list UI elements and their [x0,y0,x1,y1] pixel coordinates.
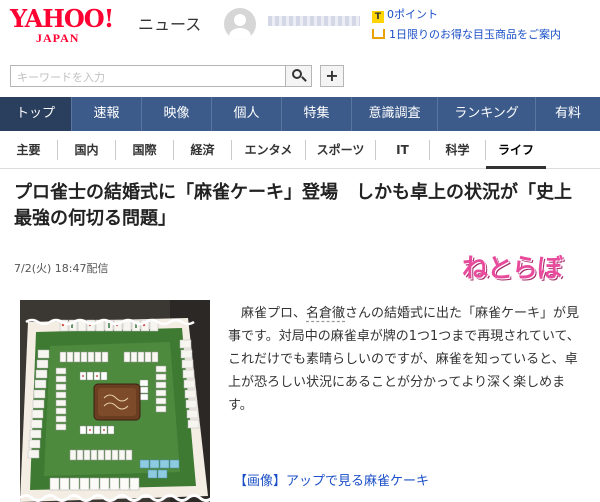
category-top[interactable]: トップ [0,97,72,131]
promo-label: 1日限りのお得な目玉商品をご案内 [389,28,561,41]
points-label: 0ポイント [387,8,438,21]
cart-icon [372,29,385,39]
category-nav: トップ 速報 映像 個人 特集 意識調査 ランキング 有料 [0,97,600,131]
subnav-sports[interactable]: スポーツ [306,139,376,160]
category-individual[interactable]: 個人 [212,97,282,131]
subnav-it[interactable]: IT [376,139,430,160]
source-logo-text: ねとらぼ [462,254,563,284]
article-lede: 麻雀プロ、名倉徹さんの結婚式に出た「麻雀ケーキ」が見事です。対局中の麻雀卓が牌の… [228,306,580,413]
yahoo-japan-logo[interactable]: YAHOO! JAPAN [10,6,142,48]
source-logo-nlab[interactable]: ねとらぼ [462,248,580,286]
category-paid[interactable]: 有料 [536,97,600,131]
mahjong-cake-photo[interactable] [20,300,210,502]
search-input[interactable] [11,67,281,88]
add-button[interactable]: + [320,65,344,87]
gallery-link[interactable]: 【画像】アップで見る麻雀ケーキ [234,470,429,489]
subnav-life[interactable]: ライフ [486,140,546,169]
subnav-main[interactable]: 主要 [0,139,58,160]
logo-japan: JAPAN [36,31,80,45]
search-button[interactable] [285,66,311,86]
category-video[interactable]: 映像 [142,97,212,131]
category-feature[interactable]: 特集 [282,97,352,131]
subcategory-nav: 主要 国内 国際 経済 エンタメ スポーツ IT 科学 ライフ [0,131,600,169]
category-survey[interactable]: 意識調査 [352,97,438,131]
search-box [10,65,312,88]
category-breaking[interactable]: 速報 [72,97,142,131]
subnav-economy[interactable]: 経済 [174,139,232,160]
category-ranking[interactable]: ランキング [438,97,536,131]
article-headline: プロ雀士の結婚式に「麻雀ケーキ」登場 しかも卓上の状況が「史上最強の何切る問題」 [14,182,572,229]
subnav-science[interactable]: 科学 [430,139,486,160]
username-obscured[interactable] [268,16,360,26]
subnav-entertainment[interactable]: エンタメ [232,139,306,160]
news-service-label[interactable]: ニュース [138,11,201,35]
t-point-icon: T [372,11,384,23]
daily-deal-link[interactable]: 1日限りのお得な目玉商品をご案内 [372,26,561,42]
logo-wordmark: YAHOO! [10,4,114,33]
mahjong-cake-image [20,300,210,502]
subnav-international[interactable]: 国際 [116,139,174,160]
t-points-link[interactable]: T 0ポイント [372,6,438,23]
article-date: 7/2(火) 18:47配信 [14,262,109,275]
header: YAHOO! JAPAN ニュース T 0ポイント 1日限りのお得な目玉商品をご案… [0,0,600,58]
person-name-link[interactable]: 名倉徹 [306,306,345,321]
user-avatar-icon[interactable] [224,8,256,40]
subnav-domestic[interactable]: 国内 [58,139,116,160]
